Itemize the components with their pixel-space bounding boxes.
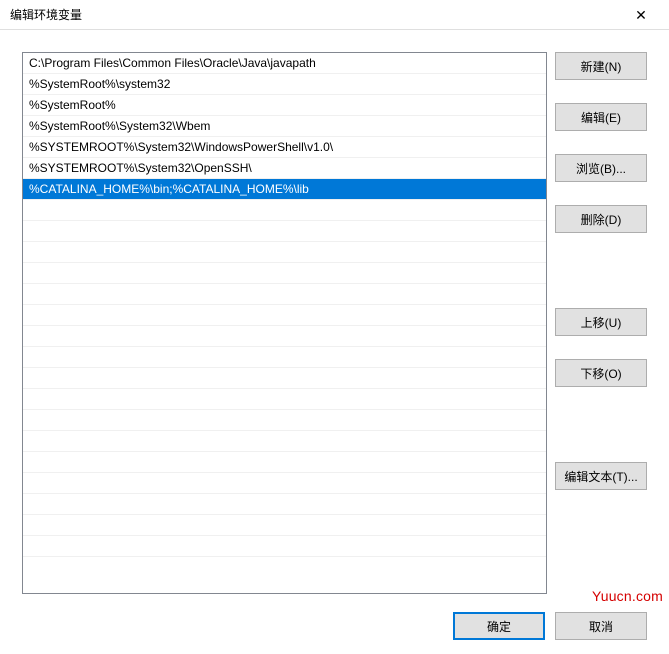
list-item-empty[interactable]	[23, 200, 546, 221]
list-item[interactable]: %SYSTEMROOT%\System32\WindowsPowerShell\…	[23, 137, 546, 158]
ok-button[interactable]: 确定	[453, 612, 545, 640]
list-item-empty[interactable]	[23, 221, 546, 242]
list-item[interactable]: %SYSTEMROOT%\System32\OpenSSH\	[23, 158, 546, 179]
browse-button[interactable]: 浏览(B)...	[555, 154, 647, 182]
edit-text-button[interactable]: 编辑文本(T)...	[555, 462, 647, 490]
close-icon[interactable]: ✕	[621, 1, 661, 29]
new-button[interactable]: 新建(N)	[555, 52, 647, 80]
list-item-empty[interactable]	[23, 389, 546, 410]
list-item[interactable]: %CATALINA_HOME%\bin;%CATALINA_HOME%\lib	[23, 179, 546, 200]
window-title: 编辑环境变量	[10, 6, 82, 23]
list-item-empty[interactable]	[23, 326, 546, 347]
list-item-empty[interactable]	[23, 494, 546, 515]
list-item[interactable]: %SystemRoot%\system32	[23, 74, 546, 95]
list-item-empty[interactable]	[23, 473, 546, 494]
list-item-empty[interactable]	[23, 452, 546, 473]
dialog-content: C:\Program Files\Common Files\Oracle\Jav…	[22, 52, 647, 594]
list-item-empty[interactable]	[23, 368, 546, 389]
button-sidebar: 新建(N) 编辑(E) 浏览(B)... 删除(D) 上移(U) 下移(O) 编…	[555, 52, 647, 594]
list-item-empty[interactable]	[23, 536, 546, 557]
titlebar: 编辑环境变量 ✕	[0, 0, 669, 30]
list-item[interactable]: C:\Program Files\Common Files\Oracle\Jav…	[23, 53, 546, 74]
list-item-empty[interactable]	[23, 347, 546, 368]
path-list[interactable]: C:\Program Files\Common Files\Oracle\Jav…	[22, 52, 547, 594]
edit-button[interactable]: 编辑(E)	[555, 103, 647, 131]
list-item-empty[interactable]	[23, 410, 546, 431]
list-item-empty[interactable]	[23, 431, 546, 452]
list-item-empty[interactable]	[23, 284, 546, 305]
list-item[interactable]: %SystemRoot%\System32\Wbem	[23, 116, 546, 137]
move-up-button[interactable]: 上移(U)	[555, 308, 647, 336]
list-item-empty[interactable]	[23, 515, 546, 536]
delete-button[interactable]: 删除(D)	[555, 205, 647, 233]
list-item-empty[interactable]	[23, 263, 546, 284]
cancel-button[interactable]: 取消	[555, 612, 647, 640]
list-item-empty[interactable]	[23, 305, 546, 326]
move-down-button[interactable]: 下移(O)	[555, 359, 647, 387]
dialog-footer: 确定 取消	[453, 612, 647, 640]
list-item-empty[interactable]	[23, 242, 546, 263]
list-item[interactable]: %SystemRoot%	[23, 95, 546, 116]
